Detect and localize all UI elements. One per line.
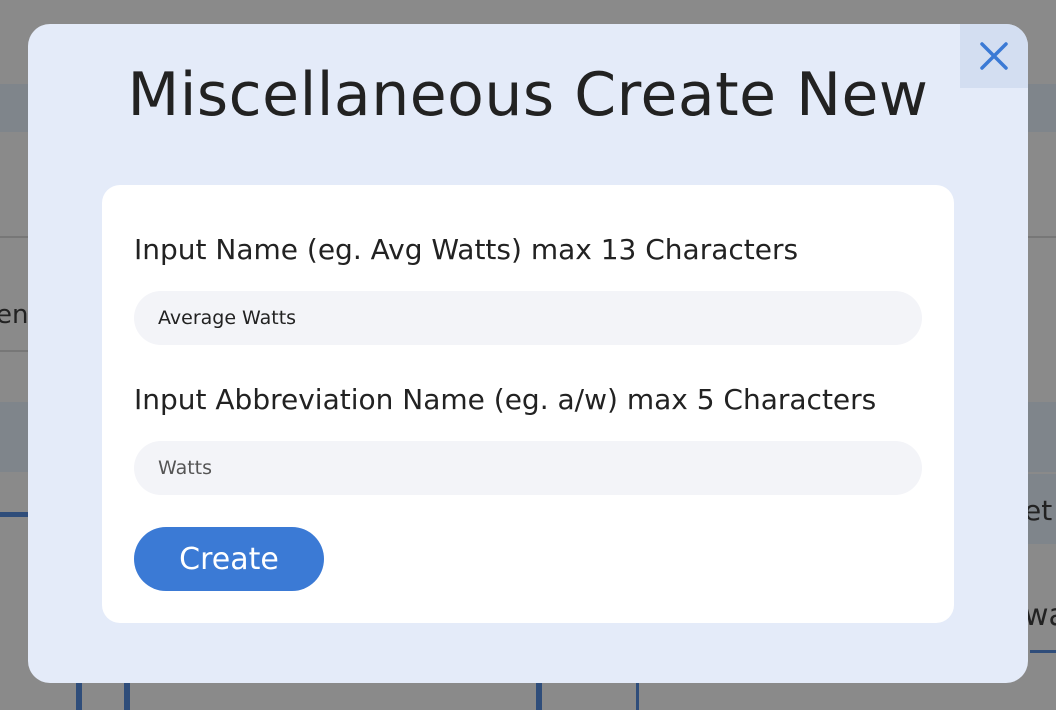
background-text-fragment: wa bbox=[1024, 598, 1056, 633]
abbreviation-field-label: Input Abbreviation Name (eg. a/w) max 5 … bbox=[134, 383, 877, 416]
background-blue-bar bbox=[124, 683, 130, 710]
create-button[interactable]: Create bbox=[134, 527, 324, 591]
name-input[interactable] bbox=[134, 291, 922, 345]
background-blue-bar bbox=[1030, 650, 1056, 653]
background-blue-bar bbox=[536, 683, 542, 710]
modal-title: Miscellaneous Create New bbox=[127, 60, 929, 130]
form-card: Input Name (eg. Avg Watts) max 13 Charac… bbox=[102, 185, 954, 623]
background-text-fragment: en bbox=[0, 300, 29, 330]
name-field-label: Input Name (eg. Avg Watts) max 13 Charac… bbox=[134, 233, 799, 266]
abbreviation-input[interactable] bbox=[134, 441, 922, 495]
background-blue-bar bbox=[76, 683, 82, 710]
background-blue-bar bbox=[636, 683, 639, 710]
create-new-modal: Miscellaneous Create New Input Name (eg.… bbox=[28, 24, 1028, 683]
background-text-fragment: et bbox=[1024, 494, 1053, 527]
background-blue-bar bbox=[0, 512, 28, 517]
